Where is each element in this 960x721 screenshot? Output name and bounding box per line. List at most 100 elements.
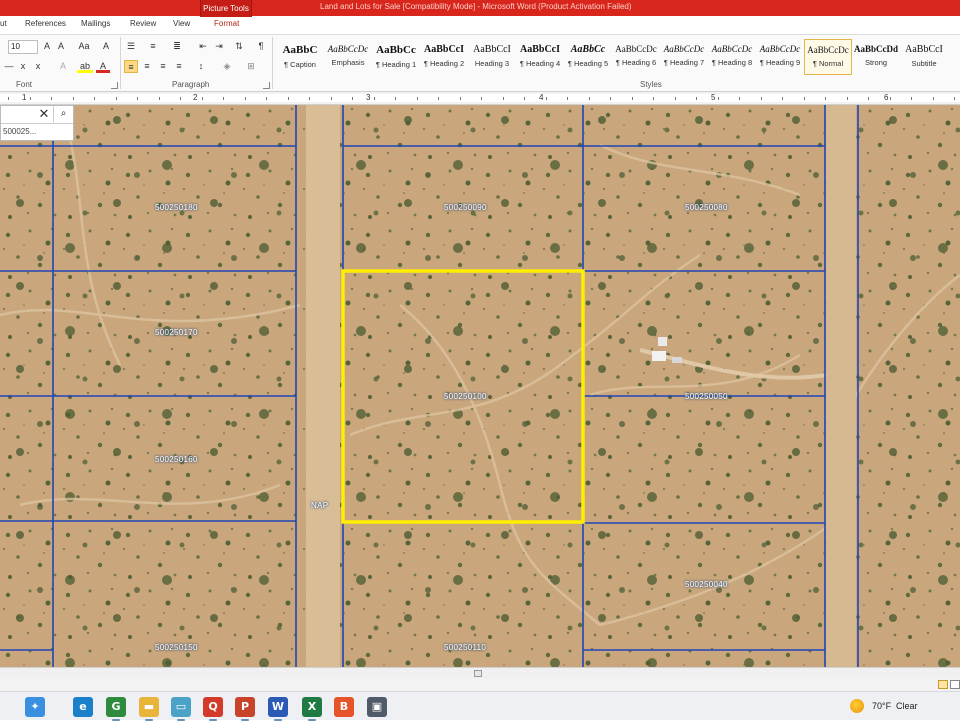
style-name: ¶ Heading 2 (423, 59, 465, 68)
print-layout-view-button[interactable] (938, 680, 948, 689)
numbering-button[interactable]: ≡ (146, 40, 160, 53)
ruler-tick (395, 97, 396, 100)
style-normal[interactable]: AaBbCcDc ¶ Normal (804, 39, 852, 75)
bullets-icon: ☰ (126, 41, 136, 51)
line-spacing-button[interactable]: ↕ (194, 60, 208, 73)
style-strong[interactable]: AaBbCcDd Strong (852, 39, 900, 75)
pilcrow-icon: ¶ (258, 41, 264, 51)
road-north-south (306, 105, 340, 667)
parcel-label: 500250160 (155, 455, 198, 464)
text-effects-button[interactable]: A (56, 60, 70, 73)
brave-icon[interactable]: B (334, 697, 354, 717)
tab-mailings[interactable]: Mailings (81, 19, 110, 28)
highlight-color-button[interactable]: ab (77, 60, 93, 73)
close-icon[interactable]: ✕ (37, 107, 51, 121)
scrollbar-thumb[interactable] (474, 670, 482, 677)
building (672, 357, 682, 363)
style-emphasis[interactable]: AaBbCcDc Emphasis (324, 39, 372, 75)
subscript-button[interactable]: x (16, 60, 30, 73)
show-formatting-button[interactable]: ¶ (254, 40, 268, 53)
style-heading-5[interactable]: AaBbCc ¶ Heading 5 (564, 39, 612, 75)
powerpoint-icon[interactable]: P (235, 697, 255, 721)
multilevel-list-button[interactable]: ≣ (170, 40, 184, 53)
style-sample: AaBbCcDc (759, 44, 801, 54)
align-left-button[interactable]: ≡ (124, 60, 138, 73)
style-heading-2[interactable]: AaBbCcI ¶ Heading 2 (420, 39, 468, 75)
ruler-number: 2 (193, 93, 198, 102)
shading-button[interactable]: ◈ (220, 60, 234, 73)
tab-review[interactable]: Review (130, 19, 156, 28)
photos-icon[interactable]: ▭ (171, 697, 191, 721)
ruler-tick (116, 97, 117, 100)
tab-references[interactable]: References (25, 19, 66, 28)
ruler-tick (825, 97, 826, 100)
group-separator (120, 37, 121, 89)
borders-button[interactable]: ⊞ (244, 60, 258, 73)
tab-layout[interactable]: ut (0, 19, 7, 28)
align-right-button[interactable]: ≡ (156, 60, 170, 73)
style-name: Heading 3 (474, 59, 510, 68)
font-dialog-launcher[interactable] (111, 82, 118, 89)
style-caption[interactable]: AaBbC ¶ Caption (276, 39, 324, 75)
justify-button[interactable]: ≡ (172, 60, 186, 73)
excel-icon[interactable]: X (302, 697, 322, 721)
ruler-number: 4 (539, 93, 544, 102)
style-heading-7[interactable]: AaBbCcDc ¶ Heading 7 (660, 39, 708, 75)
clear-formatting-button[interactable]: A (99, 40, 113, 53)
font-size-combo[interactable]: 10 (8, 40, 38, 54)
style-sample: AaBbCcDc (615, 44, 657, 54)
font-color-button[interactable]: A (96, 60, 110, 73)
horizontal-scrollbar[interactable] (0, 667, 960, 679)
styles-group-label: Styles (640, 80, 662, 89)
style-subtitle[interactable]: AaBbCcI Subtitle (900, 39, 948, 75)
horizontal-ruler[interactable]: 1 2 3 4 5 6 (0, 92, 960, 105)
superscript-button[interactable]: x (31, 60, 45, 73)
sort-button[interactable]: ⇅ (232, 40, 246, 53)
paragraph-dialog-launcher[interactable] (263, 82, 270, 89)
file-explorer-icon[interactable]: ▬ (139, 697, 159, 721)
chrome-icon[interactable]: G (106, 697, 126, 721)
align-center-icon: ≡ (144, 61, 150, 71)
style-heading-9[interactable]: AaBbCcDc ¶ Heading 9 (756, 39, 804, 75)
ruler-tick (933, 97, 934, 100)
decrease-indent-button[interactable]: ⇤ (196, 40, 210, 53)
bullets-button[interactable]: ☰ (124, 40, 138, 53)
strikethrough-button[interactable]: — (2, 60, 16, 73)
style-name: ¶ Heading 9 (759, 58, 801, 67)
search-icon[interactable]: ⌕ (53, 106, 73, 122)
word-icon[interactable]: W (268, 697, 288, 721)
style-heading-1[interactable]: AaBbCc ¶ Heading 1 (372, 39, 420, 75)
tab-format[interactable]: Format (214, 19, 239, 28)
style-heading-6[interactable]: AaBbCcDc ¶ Heading 6 (612, 39, 660, 75)
ruler-tick (288, 97, 289, 100)
aerial-map (0, 105, 960, 667)
change-case-button[interactable]: Aa (75, 40, 93, 53)
tab-view[interactable]: View (173, 19, 190, 28)
strikethrough-icon: — (4, 61, 14, 71)
style-sample: AaBbCcI (519, 44, 560, 55)
map-search-input[interactable]: 500025... (1, 123, 73, 140)
snipping-tool-icon[interactable]: ▣ (367, 697, 387, 717)
styles-gallery: AaBbC ¶ Caption AaBbCcDc Emphasis AaBbCc… (276, 39, 954, 75)
style-heading-4[interactable]: AaBbCcI ¶ Heading 4 (516, 39, 564, 75)
increase-indent-button[interactable]: ⇥ (212, 40, 226, 53)
grow-font-button[interactable]: A (40, 40, 54, 53)
align-center-button[interactable]: ≡ (140, 60, 154, 73)
copilot-icon[interactable]: ✦ (25, 697, 45, 717)
edge-icon[interactable]: e (73, 697, 93, 717)
style-sample: AaBbC (282, 44, 318, 56)
shrink-font-button[interactable]: A (54, 40, 68, 53)
full-screen-view-button[interactable] (950, 680, 960, 689)
style-name: ¶ Normal (812, 59, 844, 68)
parcel-map-image[interactable]: 500250180 500250090 500250080 500250170 … (0, 105, 960, 667)
style-heading-3[interactable]: AaBbCcI Heading 3 (468, 39, 516, 75)
style-sample: AaBbCc (376, 44, 416, 56)
style-heading-8[interactable]: AaBbCcDc ¶ Heading 8 (708, 39, 756, 75)
style-name: ¶ Heading 5 (567, 59, 609, 68)
align-left-icon: ≡ (128, 62, 134, 72)
ruler-tick (51, 97, 52, 100)
building (652, 351, 666, 361)
weather-temperature: 70°F (872, 701, 892, 711)
style-sample: AaBbCcDc (663, 44, 705, 54)
pdf-reader-icon[interactable]: Q (203, 697, 223, 721)
